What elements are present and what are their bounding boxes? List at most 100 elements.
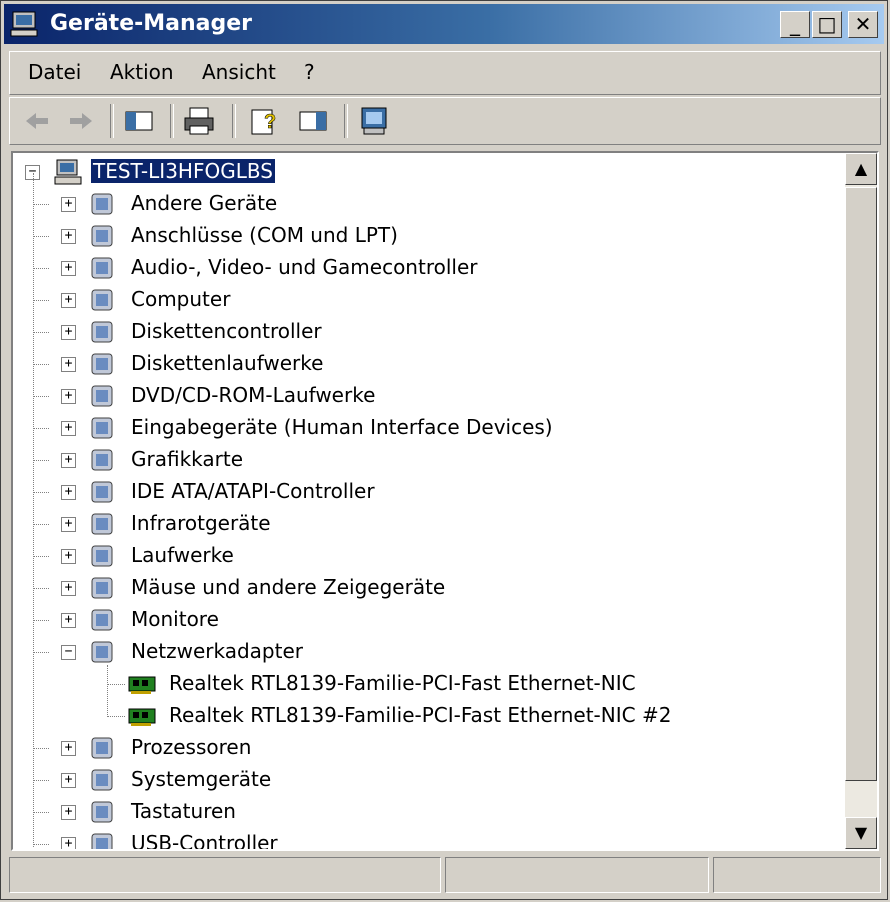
tree-line (107, 684, 125, 685)
tree-line (33, 364, 49, 365)
network-adapter-label[interactable]: Realtek RTL8139-Familie-PCI-Fast Etherne… (169, 671, 636, 695)
tree-category[interactable]: + Tastaturen (33, 797, 829, 827)
vertical-scrollbar[interactable]: ▲ ▼ (845, 153, 877, 849)
scan-hardware-icon[interactable] (358, 104, 392, 138)
expand-icon[interactable]: + (61, 261, 76, 276)
tree-line (33, 748, 49, 749)
menu-view[interactable]: Ansicht (202, 60, 276, 84)
maximize-button[interactable]: □ (812, 11, 842, 38)
show-hide-console-tree-icon[interactable] (122, 104, 156, 138)
expand-icon[interactable]: + (61, 517, 76, 532)
tree-category-label[interactable]: Diskettenlaufwerke (131, 351, 323, 375)
tree-category[interactable]: + IDE ATA/ATAPI-Controller (33, 477, 829, 507)
properties-help-icon[interactable]: ? (248, 104, 282, 138)
tree-category-label[interactable]: Monitore (131, 607, 219, 631)
tree-root[interactable]: − TEST-LI3HFOGLBS (21, 157, 421, 187)
close-button[interactable]: ✕ (848, 11, 878, 38)
processor-icon (91, 737, 113, 759)
tree-category[interactable]: + Prozessoren (33, 733, 829, 763)
tree-category[interactable]: − Netzwerkadapter (33, 637, 829, 667)
tree-category[interactable]: + Anschlüsse (COM und LPT) (33, 221, 829, 251)
tree-category-label[interactable]: Mäuse und andere Zeigegeräte (131, 575, 445, 599)
expand-icon[interactable]: + (61, 389, 76, 404)
tree-category[interactable]: + Andere Geräte (33, 189, 829, 219)
scroll-down-button[interactable]: ▼ (845, 817, 877, 849)
tree-category-label[interactable]: Diskettencontroller (131, 319, 322, 343)
tree-category[interactable]: + DVD/CD-ROM-Laufwerke (33, 381, 829, 411)
device-tree[interactable]: − TEST-LI3HFOGLBS + Andere Geräte + Anschlü… (11, 151, 879, 851)
expand-icon[interactable]: + (61, 741, 76, 756)
collapse-icon[interactable]: − (61, 645, 76, 660)
keyboard-icon (91, 801, 113, 823)
expand-icon[interactable]: + (61, 325, 76, 340)
expand-icon[interactable]: + (61, 581, 76, 596)
scroll-thumb[interactable] (845, 187, 877, 781)
tree-category-label[interactable]: Grafikkarte (131, 447, 243, 471)
tree-category-label[interactable]: Andere Geräte (131, 191, 277, 215)
tree-category[interactable]: + USB-Controller (33, 829, 829, 849)
expand-icon[interactable]: + (61, 197, 76, 212)
network-adapter-item[interactable]: Realtek RTL8139-Familie-PCI-Fast Etherne… (107, 669, 827, 699)
show-hide-action-pane-icon[interactable] (296, 104, 330, 138)
tree-category-label[interactable]: Tastaturen (131, 799, 236, 823)
tree-line (107, 716, 125, 717)
toolbar-separator (232, 104, 236, 138)
tree-line (33, 780, 49, 781)
tree-category[interactable]: + Grafikkarte (33, 445, 829, 475)
tree-category-label[interactable]: Infrarotgeräte (131, 511, 271, 535)
scroll-up-button[interactable]: ▲ (845, 153, 877, 185)
tree-category-label[interactable]: Prozessoren (131, 735, 251, 759)
expand-icon[interactable]: + (61, 837, 76, 849)
tree-category[interactable]: + Laufwerke (33, 541, 829, 571)
svg-text:?: ? (264, 111, 276, 133)
network-adapter-label[interactable]: Realtek RTL8139-Familie-PCI-Fast Etherne… (169, 703, 671, 727)
tree-line (33, 204, 49, 205)
menu-file[interactable]: Datei (28, 60, 81, 84)
expand-icon[interactable]: + (61, 293, 76, 308)
tree-category[interactable]: + Monitore (33, 605, 829, 635)
expand-icon[interactable]: + (61, 453, 76, 468)
minimize-button[interactable]: _ (780, 11, 810, 38)
status-pane-1 (9, 857, 441, 893)
expand-icon[interactable]: + (61, 357, 76, 372)
title-bar[interactable]: Geräte-Manager _ □ ✕ (4, 4, 884, 44)
expand-icon[interactable]: + (61, 613, 76, 628)
expand-icon[interactable]: + (61, 549, 76, 564)
tree-category[interactable]: + Computer (33, 285, 829, 315)
tree-category-label[interactable]: Systemgeräte (131, 767, 271, 791)
computer-name[interactable]: TEST-LI3HFOGLBS (91, 159, 275, 183)
expand-icon[interactable]: + (61, 485, 76, 500)
expand-icon[interactable]: + (61, 805, 76, 820)
tree-category[interactable]: + Infrarotgeräte (33, 509, 829, 539)
tree-category[interactable]: + Audio-, Video- und Gamecontroller (33, 253, 829, 283)
network-adapter-item[interactable]: Realtek RTL8139-Familie-PCI-Fast Etherne… (107, 701, 827, 731)
tree-category-label[interactable]: Eingabegeräte (Human Interface Devices) (131, 415, 553, 439)
back-icon[interactable] (20, 104, 54, 138)
tree-category[interactable]: + Mäuse und andere Zeigegeräte (33, 573, 829, 603)
tree-category-label[interactable]: Computer (131, 287, 230, 311)
tree-category[interactable]: + Eingabegeräte (Human Interface Devices) (33, 413, 829, 443)
expand-icon[interactable]: + (61, 421, 76, 436)
window-title: Geräte-Manager (50, 11, 253, 36)
computer-icon (91, 289, 113, 311)
menu-action[interactable]: Aktion (110, 60, 174, 84)
print-icon[interactable] (182, 104, 216, 138)
tree-category-label[interactable]: USB-Controller (131, 831, 278, 849)
menu-help[interactable]: ? (304, 60, 315, 84)
tree-category[interactable]: + Diskettenlaufwerke (33, 349, 829, 379)
tree-category[interactable]: + Diskettencontroller (33, 317, 829, 347)
expand-icon[interactable]: + (61, 229, 76, 244)
tree-category-label[interactable]: DVD/CD-ROM-Laufwerke (131, 383, 375, 407)
tree-line (33, 492, 49, 493)
expand-icon[interactable]: + (61, 773, 76, 788)
usb-icon (91, 833, 113, 849)
tree-category-label[interactable]: Audio-, Video- und Gamecontroller (131, 255, 477, 279)
tree-line (107, 665, 108, 717)
tree-category[interactable]: + Systemgeräte (33, 765, 829, 795)
tree-category-label[interactable]: Laufwerke (131, 543, 234, 567)
tree-category-label[interactable]: Anschlüsse (COM und LPT) (131, 223, 398, 247)
tree-category-label[interactable]: IDE ATA/ATAPI-Controller (131, 479, 375, 503)
forward-icon[interactable] (64, 104, 98, 138)
tree-category-label[interactable]: Netzwerkadapter (131, 639, 303, 663)
tree-line (33, 812, 49, 813)
